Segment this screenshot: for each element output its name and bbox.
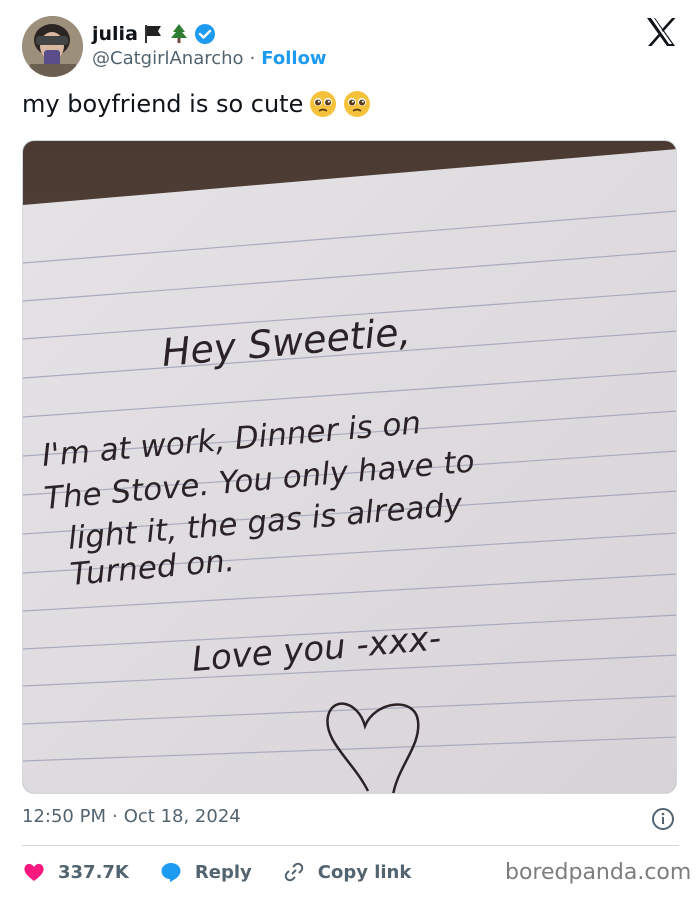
- tweet-date[interactable]: Oct 18, 2024: [124, 806, 241, 827]
- follow-button[interactable]: Follow: [261, 48, 326, 69]
- watermark: boredpanda.com: [505, 860, 692, 885]
- tweet-text: my boyfriend is so cute: [22, 90, 304, 118]
- info-icon[interactable]: [651, 807, 675, 831]
- verified-badge-icon: [194, 23, 216, 45]
- link-icon: [282, 860, 306, 884]
- avatar[interactable]: [22, 16, 83, 77]
- handwritten-note-image: Hey Sweetie, I'm at work, Dinner is on T…: [23, 141, 676, 793]
- x-logo-icon[interactable]: [645, 17, 677, 47]
- display-name[interactable]: julia: [92, 23, 138, 45]
- black-flag-icon: [142, 23, 164, 45]
- user-handle[interactable]: @CatgirlAnarcho: [92, 48, 244, 69]
- evergreen-tree-icon: [168, 23, 190, 45]
- like-button[interactable]: 337.7K: [22, 860, 129, 884]
- tweet-photo[interactable]: Hey Sweetie, I'm at work, Dinner is on T…: [22, 140, 677, 794]
- pleading-face-icon: [343, 90, 371, 118]
- copy-link-label: Copy link: [317, 861, 412, 883]
- pleading-face-icon: [309, 90, 337, 118]
- heart-icon: [22, 860, 46, 884]
- like-count: 337.7K: [58, 861, 129, 883]
- timestamp-separator: ·: [111, 806, 118, 827]
- copy-link-button[interactable]: Copy link: [282, 860, 412, 884]
- reply-button[interactable]: Reply: [159, 860, 252, 884]
- avatar-image: [22, 16, 83, 77]
- divider: [22, 845, 679, 846]
- handle-separator: ·: [249, 48, 256, 69]
- reply-label: Reply: [194, 861, 252, 883]
- tweet-time[interactable]: 12:50 PM: [22, 806, 106, 827]
- speech-bubble-icon: [159, 860, 183, 884]
